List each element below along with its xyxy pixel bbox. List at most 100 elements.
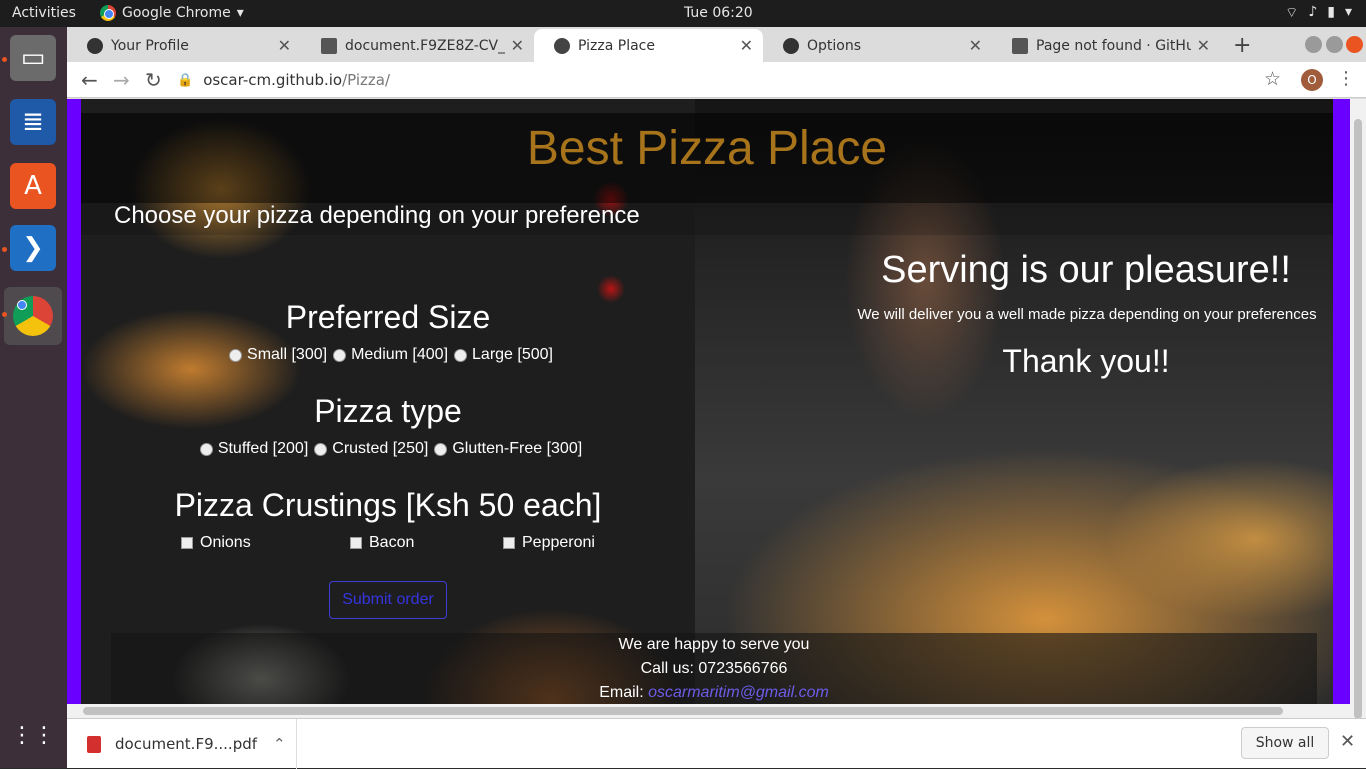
browser-toolbar: ← → ↻ 🔒 oscar-cm.github.io/Pizza/ ☆ O ⋮	[67, 62, 1366, 98]
volume-icon: ♪	[1308, 4, 1318, 20]
system-top-bar: Activities Google Chrome ▾ Tue 06:20 ⌔ ♪…	[0, 0, 1366, 27]
maximize-button[interactable]	[1326, 36, 1343, 53]
type-heading: Pizza type	[314, 393, 462, 429]
app-name: Google Chrome	[122, 5, 231, 21]
submit-order-button[interactable]: Submit order	[329, 581, 447, 619]
download-item[interactable]: document.F9....pdf ⌃	[67, 719, 297, 769]
chevron-up-icon[interactable]: ⌃	[273, 735, 286, 753]
tab-title: Page not found · GitHub	[1036, 37, 1191, 54]
type-gluten-free-radio[interactable]	[434, 442, 448, 456]
close-icon[interactable]: ✕	[1197, 36, 1210, 55]
tab-title: Your Profile	[111, 37, 189, 54]
new-tab-button[interactable]: +	[1233, 33, 1251, 58]
tab-pizza-place[interactable]: Pizza Place ✕	[534, 29, 763, 62]
clock[interactable]: Tue 06:20	[684, 5, 753, 21]
crusting-pepperoni[interactable]: Pepperoni	[503, 534, 595, 552]
option-label: Onions	[200, 534, 251, 551]
software-center-icon[interactable]: A	[10, 163, 56, 209]
running-indicator	[2, 312, 7, 317]
close-icon[interactable]: ✕	[740, 36, 753, 55]
system-tray[interactable]: ⌔ ♪ ▮ ▾	[1285, 4, 1352, 22]
option-label: Glutten-Free [300]	[452, 440, 583, 457]
github-icon	[783, 37, 799, 54]
vscode-icon[interactable]: ❯	[10, 225, 56, 271]
show-apps-icon[interactable]: ⋮⋮	[10, 712, 56, 758]
dock: ▭ ≣ A ❯ ⋮⋮	[0, 27, 67, 768]
download-filename: document.F9....pdf	[115, 735, 258, 753]
running-indicator	[2, 57, 7, 62]
size-heading: Preferred Size	[285, 299, 491, 335]
pepperoni-checkbox[interactable]	[503, 537, 515, 549]
app-menu[interactable]: Google Chrome ▾	[100, 5, 244, 21]
scrollbar-thumb[interactable]	[83, 707, 1283, 715]
close-icon[interactable]: ✕	[969, 36, 982, 55]
scrollbar-thumb[interactable]	[1354, 119, 1362, 719]
writer-icon[interactable]: ≣	[10, 99, 56, 145]
chevron-down-icon: ▾	[236, 5, 244, 21]
document-icon	[321, 37, 337, 54]
chevron-down-icon: ▾	[1344, 4, 1352, 20]
footer-phone: Call us: 0723566766	[640, 660, 788, 677]
size-small-radio[interactable]	[229, 348, 243, 362]
activities-button[interactable]: Activities	[12, 5, 76, 21]
close-icon[interactable]: ✕	[511, 36, 524, 55]
type-crusted-radio[interactable]	[314, 442, 328, 456]
pizza-page: Best Pizza Place Choose your pizza depen…	[81, 99, 1333, 732]
close-icon[interactable]: ✕	[1340, 731, 1355, 752]
option-label: Medium [400]	[351, 346, 449, 363]
crustings-heading: Pizza Crustings [Ksh 50 each]	[174, 487, 602, 523]
vertical-scrollbar[interactable]	[1350, 99, 1366, 732]
back-button[interactable]: ←	[81, 68, 98, 92]
download-shelf: document.F9....pdf ⌃ Show all ✕	[67, 718, 1366, 769]
email-link[interactable]: oscarmaritim@gmail.com	[648, 684, 829, 701]
tab-title: Options	[807, 37, 862, 54]
close-icon[interactable]: ✕	[278, 36, 291, 55]
size-medium-radio[interactable]	[333, 348, 347, 362]
document-icon	[1012, 37, 1028, 54]
chrome-dock-icon[interactable]	[4, 287, 62, 345]
horizontal-scrollbar[interactable]	[67, 704, 1350, 718]
battery-icon: ▮	[1327, 4, 1335, 20]
profile-avatar[interactable]: O	[1301, 69, 1323, 91]
option-label: Pepperoni	[522, 534, 595, 551]
tab-strip: Your Profile ✕ document.F9ZE8Z-CV_2 ✕ Pi…	[67, 27, 1366, 62]
size-options: Small [300] Medium [400] Large [500]	[81, 346, 695, 364]
bookmark-star-icon[interactable]: ☆	[1264, 68, 1281, 90]
address-bar[interactable]: 🔒 oscar-cm.github.io/Pizza/	[177, 66, 1297, 94]
files-icon[interactable]: ▭	[10, 35, 56, 81]
tab-title: Pizza Place	[578, 37, 655, 54]
menu-icon[interactable]: ⋮	[1337, 68, 1355, 89]
url-host: oscar-cm.github.io	[203, 71, 343, 89]
subtitle: Choose your pizza depending on your pref…	[114, 202, 640, 229]
tab-your-profile[interactable]: Your Profile ✕	[67, 29, 301, 62]
email-label: Email:	[599, 684, 644, 701]
url-path: /Pizza/	[342, 71, 391, 89]
close-window-button[interactable]	[1346, 36, 1363, 53]
bacon-checkbox[interactable]	[350, 537, 362, 549]
running-indicator	[2, 247, 7, 252]
tab-document[interactable]: document.F9ZE8Z-CV_2 ✕	[301, 29, 534, 62]
thanks-heading: Thank you!!	[1002, 343, 1170, 379]
tab-title: document.F9ZE8Z-CV_2	[345, 37, 505, 54]
pdf-icon	[87, 735, 101, 753]
forward-button[interactable]: →	[113, 68, 130, 92]
serving-heading: Serving is our pleasure!!	[881, 249, 1291, 291]
crusting-bacon[interactable]: Bacon	[350, 534, 414, 552]
option-label: Small [300]	[247, 346, 328, 363]
footer-email-line: Email: oscarmaritim@gmail.com	[111, 681, 1317, 705]
minimize-button[interactable]	[1305, 36, 1322, 53]
tab-page-not-found[interactable]: Page not found · GitHub ✕	[992, 29, 1220, 62]
type-stuffed-radio[interactable]	[199, 442, 213, 456]
page-viewport: Best Pizza Place Choose your pizza depen…	[67, 99, 1366, 732]
reload-button[interactable]: ↻	[145, 68, 162, 92]
tab-options[interactable]: Options ✕	[763, 29, 992, 62]
option-label: Large [500]	[472, 346, 553, 363]
option-label: Stuffed [200]	[217, 440, 309, 457]
lock-icon[interactable]: 🔒	[177, 73, 193, 88]
type-options: Stuffed [200] Crusted [250] Glutten-Free…	[81, 440, 695, 458]
size-large-radio[interactable]	[454, 348, 468, 362]
onions-checkbox[interactable]	[181, 537, 193, 549]
chrome-icon	[100, 5, 116, 21]
crusting-onions[interactable]: Onions	[181, 534, 251, 552]
show-all-button[interactable]: Show all	[1241, 727, 1329, 759]
